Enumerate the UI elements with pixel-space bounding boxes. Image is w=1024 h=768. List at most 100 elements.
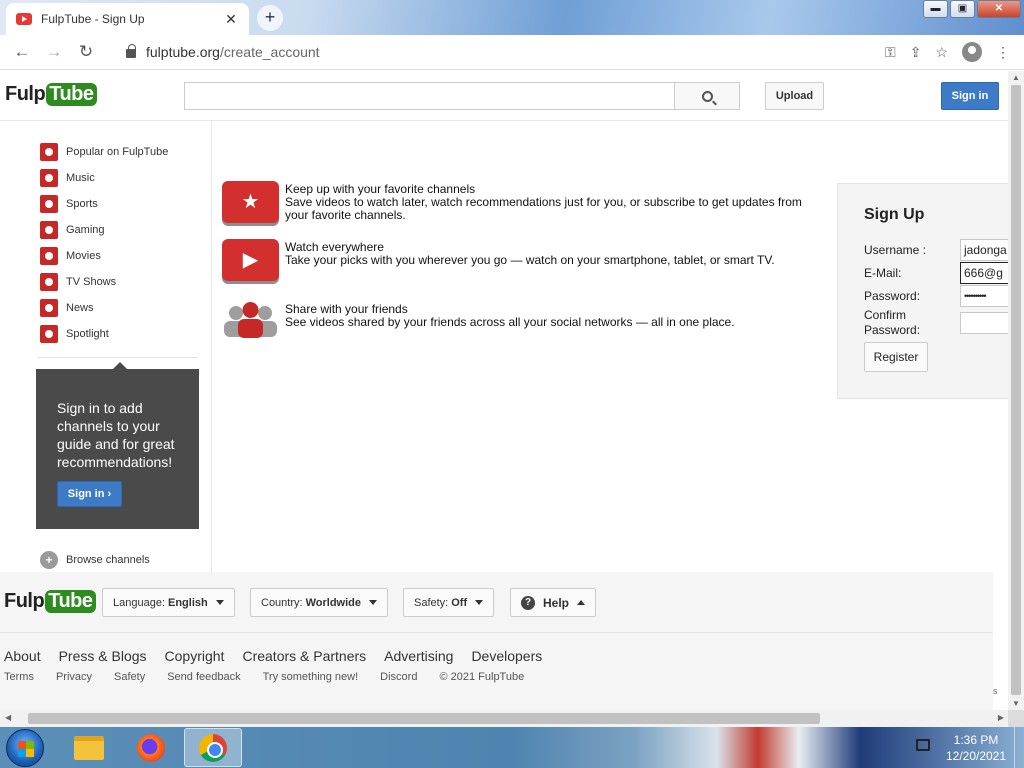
- feature-description: Save videos to watch later, watch recomm…: [285, 195, 802, 222]
- sidebar-item-popular[interactable]: Popular on FulpTube: [40, 143, 168, 161]
- window-controls: ▬ ▣ ✕: [923, 0, 1021, 18]
- horizontal-scroll-thumb[interactable]: [28, 713, 820, 724]
- scroll-down-arrow-icon[interactable]: ▼: [1012, 699, 1020, 708]
- promo-sign-in-button[interactable]: Sign in ›: [57, 481, 122, 507]
- scroll-right-arrow-icon[interactable]: ▶: [998, 713, 1004, 722]
- sidebar-item-gaming[interactable]: Gaming: [40, 221, 105, 239]
- sidebar-item-music[interactable]: Music: [40, 169, 95, 187]
- vertical-scrollbar[interactable]: ▲ ▼: [1008, 71, 1024, 710]
- key-icon[interactable]: ⚿: [885, 44, 896, 61]
- newspaper-icon: [40, 299, 58, 317]
- footer-link-press-blogs[interactable]: Press & Blogs: [59, 648, 147, 664]
- upload-button[interactable]: Upload: [765, 82, 824, 110]
- back-arrow-icon[interactable]: ←: [6, 42, 38, 62]
- username-field[interactable]: jadonga: [960, 239, 1008, 261]
- language-dropdown[interactable]: Language: English: [102, 588, 235, 617]
- windows-logo-icon: [18, 741, 34, 757]
- feature-text: Share with your friends See videos share…: [285, 303, 825, 329]
- menu-dots-icon[interactable]: ⋮: [996, 44, 1010, 61]
- start-button[interactable]: [6, 729, 44, 767]
- country-dropdown[interactable]: Country: Worldwide: [250, 588, 388, 617]
- sidebar-item-news[interactable]: News: [40, 299, 94, 317]
- footer-link-safety[interactable]: Safety: [114, 671, 145, 683]
- footer-side-strip: s: [993, 572, 1008, 710]
- footer-link-developers[interactable]: Developers: [471, 648, 542, 664]
- vertical-scroll-thumb[interactable]: [1011, 85, 1021, 695]
- fulptube-logo[interactable]: Fulp Tube: [5, 83, 97, 106]
- footer-link-privacy[interactable]: Privacy: [56, 671, 92, 683]
- close-window-button[interactable]: ✕: [977, 0, 1021, 18]
- header-sign-in-button[interactable]: Sign in: [941, 82, 999, 110]
- search-button[interactable]: [674, 82, 740, 110]
- reload-icon[interactable]: ↻: [70, 42, 102, 62]
- address-bar[interactable]: fulptube.org/create_account: [108, 44, 885, 60]
- page-footer: Fulp Tube Language: English Country: Worldw…: [0, 572, 993, 710]
- sidebar-item-spotlight[interactable]: Spotlight: [40, 325, 109, 343]
- scroll-left-arrow-icon[interactable]: ◀: [5, 713, 11, 722]
- scroll-up-arrow-icon[interactable]: ▲: [1012, 73, 1020, 82]
- show-desktop-button[interactable]: [1014, 727, 1024, 768]
- sidebar-item-label: TV Shows: [66, 276, 117, 288]
- new-tab-button[interactable]: +: [257, 5, 283, 31]
- footer-link-send-feedback[interactable]: Send feedback: [167, 671, 240, 683]
- footer-link-try-something-new[interactable]: Try something new!: [263, 671, 359, 683]
- taskbar-chrome[interactable]: [184, 728, 242, 767]
- footer-logo-part2: Tube: [45, 590, 96, 613]
- country-label: Country:: [261, 596, 303, 609]
- chevron-up-icon: [577, 600, 586, 605]
- footer-link-advertising[interactable]: Advertising: [384, 648, 453, 664]
- footer-link-discord[interactable]: Discord: [380, 671, 417, 683]
- system-clock[interactable]: 1:36 PM 12/20/2021: [936, 732, 1016, 764]
- forward-arrow-icon[interactable]: →: [38, 42, 70, 62]
- footer-link-terms[interactable]: Terms: [4, 671, 34, 683]
- help-button[interactable]: ? Help: [510, 588, 597, 617]
- sidebar-item-label: Movies: [66, 250, 101, 262]
- search-input[interactable]: [184, 82, 675, 110]
- register-button[interactable]: Register: [864, 342, 928, 372]
- play-devices-icon: ▶: [222, 239, 279, 281]
- browser-tab[interactable]: FulpTube - Sign Up ✕: [6, 3, 249, 35]
- safety-label: Safety:: [414, 596, 449, 609]
- restore-button[interactable]: ▣: [950, 0, 975, 18]
- minimize-button[interactable]: ▬: [923, 0, 948, 18]
- sidebar-item-label: Popular on FulpTube: [66, 146, 169, 158]
- footer-controls: Fulp Tube Language: English Country: Worldw…: [0, 572, 993, 633]
- horizontal-scrollbar[interactable]: ◀ ▶: [0, 710, 1008, 727]
- plus-circle-icon: +: [40, 551, 58, 569]
- chevron-down-icon: [215, 600, 224, 605]
- profile-avatar-icon[interactable]: [962, 42, 982, 62]
- taskbar-firefox[interactable]: [122, 728, 180, 767]
- sidebar-item-tv-shows[interactable]: TV Shows: [40, 273, 116, 291]
- country-value: Worldwide: [305, 596, 361, 609]
- bookmark-star-icon[interactable]: ☆: [935, 44, 948, 61]
- taskbar-explorer[interactable]: [60, 728, 118, 767]
- sidebar-item-label: News: [66, 302, 94, 314]
- browse-channels-link[interactable]: + Browse channels: [40, 551, 150, 569]
- confirm-password-label: Confirm Password:: [864, 308, 920, 338]
- footer-logo[interactable]: Fulp Tube: [4, 590, 96, 613]
- share-icon[interactable]: ⇪: [910, 44, 922, 61]
- network-icon[interactable]: [916, 739, 930, 751]
- sidebar-item-movies[interactable]: Movies: [40, 247, 101, 265]
- safety-dropdown[interactable]: Safety: Off: [403, 588, 495, 617]
- gamepad-icon: [40, 221, 58, 239]
- fulptube-favicon-icon: [16, 13, 32, 25]
- footer-secondary-links: Terms Privacy Safety Send feedback Try s…: [4, 671, 524, 683]
- footer-link-creators-partners[interactable]: Creators & Partners: [242, 648, 366, 664]
- password-field[interactable]: ••••••••••: [960, 285, 1008, 307]
- chevron-down-icon: [475, 600, 484, 605]
- guide-sidebar: Popular on FulpTube Music Sports Gaming …: [0, 121, 212, 572]
- email-field[interactable]: 666@g: [960, 262, 1008, 284]
- sidebar-item-label: Gaming: [66, 224, 105, 236]
- tab-title: FulpTube - Sign Up: [41, 12, 145, 26]
- footer-link-about[interactable]: About: [4, 648, 41, 664]
- logo-text-part1: Fulp: [5, 83, 46, 105]
- sidebar-item-sports[interactable]: Sports: [40, 195, 98, 213]
- tab-close-icon[interactable]: ✕: [223, 11, 239, 28]
- feature-description: See videos shared by your friends across…: [285, 315, 735, 329]
- lock-icon[interactable]: [126, 44, 136, 58]
- confirm-password-field[interactable]: [960, 312, 1008, 334]
- sports-icon: [40, 195, 58, 213]
- footer-link-copyright[interactable]: Copyright: [165, 648, 225, 664]
- help-label: Help: [543, 595, 570, 610]
